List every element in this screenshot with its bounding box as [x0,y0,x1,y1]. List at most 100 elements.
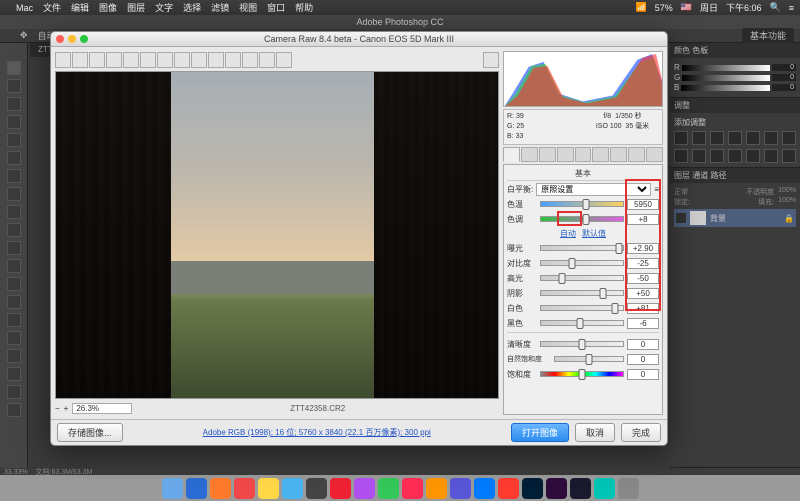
exposure-value[interactable]: +2.90 [627,243,659,254]
blacks-value[interactable]: -6 [627,318,659,329]
dock-app[interactable] [474,478,495,499]
invert-icon[interactable] [728,149,742,163]
dock-photoshop[interactable] [522,478,543,499]
dock-app[interactable] [354,478,375,499]
vibrance-icon[interactable] [746,131,760,145]
dock-app[interactable] [426,478,447,499]
minimize-icon[interactable] [68,35,76,43]
workflow-link[interactable]: Adobe RGB (1998); 16 位; 5760 x 3840 (22.… [129,427,505,438]
dock-app[interactable] [210,478,231,499]
acr-crop-tool[interactable] [140,52,156,68]
wb-menu-icon[interactable]: ≡ [654,185,659,194]
menu-window[interactable]: 窗口 [267,1,285,14]
open-image-button[interactable]: 打开图像 [511,423,569,442]
poster-icon[interactable] [746,149,760,163]
acr-target-tool[interactable] [123,52,139,68]
dock-safari[interactable] [186,478,207,499]
dock-app[interactable] [498,478,519,499]
whites-value[interactable]: +81 [627,303,659,314]
curves-icon[interactable] [710,131,724,145]
dock-app[interactable] [450,478,471,499]
zoom-icon[interactable] [80,35,88,43]
save-image-button[interactable]: 存储图像... [57,423,123,442]
levels-icon[interactable] [692,131,706,145]
dock-app[interactable] [306,478,327,499]
cancel-button[interactable]: 取消 [575,423,615,442]
close-icon[interactable] [56,35,64,43]
move-tool[interactable] [7,61,21,75]
shadows-value[interactable]: +50 [627,288,659,299]
acr-rotate-cw[interactable] [276,52,292,68]
tab-lens[interactable] [592,147,609,162]
acr-spot-tool[interactable] [174,52,190,68]
lock-icon[interactable]: 🔒 [784,214,794,223]
acr-preview[interactable] [55,71,499,399]
highlights-slider[interactable] [540,275,624,281]
tint-slider[interactable] [540,216,624,222]
r-value[interactable]: 0 [772,64,796,71]
color-panel-tab[interactable]: 颜色 色板 [674,45,708,56]
tab-split[interactable] [575,147,592,162]
bw-icon[interactable] [782,131,796,145]
gradient-tool[interactable] [7,259,21,273]
type-tool[interactable] [7,331,21,345]
menu-layer[interactable]: 图层 [127,1,145,14]
layers-panel-tab[interactable]: 图层 通道 路径 [674,170,726,181]
eye-icon[interactable] [676,213,686,223]
acr-rotate-ccw[interactable] [259,52,275,68]
tab-cal[interactable] [628,147,645,162]
dock-premiere[interactable] [570,478,591,499]
photo-filter-icon[interactable] [674,149,688,163]
wb-select[interactable]: 原照设置 [536,183,651,196]
brightness-icon[interactable] [674,131,688,145]
temp-value[interactable]: 5950 [627,199,659,210]
dock-app[interactable] [594,478,615,499]
adjust-panel-tab[interactable]: 调整 [674,100,690,111]
shadows-slider[interactable] [540,290,624,296]
history-brush-tool[interactable] [7,223,21,237]
zoom-out-icon[interactable]: − [55,404,60,413]
wifi-icon[interactable]: 📶 [636,2,647,13]
acr-straighten-tool[interactable] [157,52,173,68]
exposure-slider[interactable] [540,245,624,251]
r-slider[interactable] [682,65,770,71]
dock-app[interactable] [282,478,303,499]
blur-tool[interactable] [7,277,21,291]
dock-app[interactable] [378,478,399,499]
zoom-select[interactable]: 26.3% [72,403,132,414]
threshold-icon[interactable] [764,149,778,163]
lookup-icon[interactable] [710,149,724,163]
default-button[interactable]: 默认值 [582,228,606,239]
dock-aftereffects[interactable] [546,478,567,499]
acr-brush-tool[interactable] [208,52,224,68]
saturation-slider[interactable] [540,371,624,377]
hue-icon[interactable] [764,131,778,145]
mixer-icon[interactable] [692,149,706,163]
temp-slider[interactable] [540,201,624,207]
clarity-slider[interactable] [540,341,624,347]
b-value[interactable]: 0 [772,84,796,91]
search-icon[interactable]: 🔍 [770,2,781,13]
crop-tool[interactable] [7,133,21,147]
dock-finder[interactable] [162,478,183,499]
menu-view[interactable]: 视图 [239,1,257,14]
tab-curve[interactable] [521,147,538,162]
acr-hand-tool[interactable] [72,52,88,68]
g-slider[interactable] [682,75,770,81]
dock-app[interactable] [330,478,351,499]
acr-preview-toggle[interactable] [483,52,499,68]
whites-slider[interactable] [540,305,624,311]
acr-sampler-tool[interactable] [106,52,122,68]
g-value[interactable]: 0 [772,74,796,81]
highlights-value[interactable]: -50 [627,273,659,284]
contrast-value[interactable]: -25 [627,258,659,269]
menu-edit[interactable]: 编辑 [71,1,89,14]
menu-image[interactable]: 图像 [99,1,117,14]
acr-zoom-tool[interactable] [55,52,71,68]
tint-value[interactable]: +8 [627,214,659,225]
contrast-slider[interactable] [540,260,624,266]
blend-mode[interactable]: 正常 [674,187,688,197]
shape-tool[interactable] [7,367,21,381]
dodge-tool[interactable] [7,295,21,309]
vibrance-slider[interactable] [554,356,624,362]
